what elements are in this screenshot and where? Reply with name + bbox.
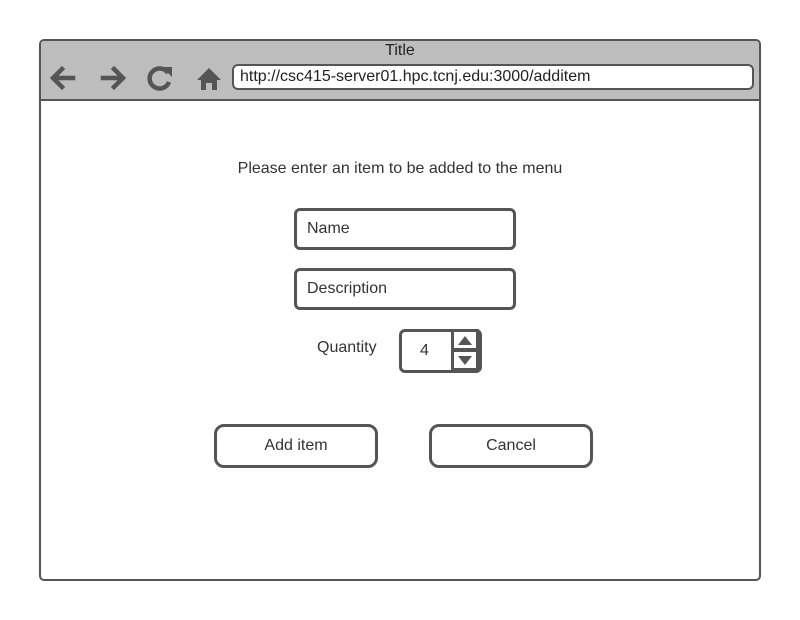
cancel-button[interactable]: Cancel [429, 424, 593, 468]
quantity-label: Quantity [317, 339, 377, 356]
arrow-left-icon [49, 65, 76, 91]
triangle-down-icon [451, 349, 479, 371]
browser-window: Title http://csc415-server01.hpc.tcnj.ed… [39, 39, 761, 581]
triangle-up-icon [451, 329, 479, 351]
decrement-button[interactable] [451, 349, 479, 371]
name-field[interactable]: Name [294, 208, 516, 250]
quantity-stepper[interactable]: 4 [399, 329, 482, 373]
home-icon [197, 68, 221, 90]
add-item-button[interactable]: Add item [214, 424, 378, 468]
description-field[interactable]: Description [294, 268, 516, 310]
forward-button[interactable] [99, 63, 129, 93]
home-button[interactable] [194, 63, 224, 93]
quantity-value[interactable]: 4 [420, 332, 429, 370]
window-title: Title [385, 42, 415, 59]
reload-icon [147, 66, 172, 91]
arrow-right-icon [100, 65, 127, 91]
form-instructions: Please enter an item to be added to the … [237, 160, 563, 177]
browser-toolbar: Title http://csc415-server01.hpc.tcnj.ed… [41, 41, 759, 101]
stepper-arrows [451, 329, 479, 373]
address-bar[interactable]: http://csc415-server01.hpc.tcnj.edu:3000… [232, 64, 754, 90]
increment-button[interactable] [451, 329, 479, 351]
reload-button[interactable] [145, 63, 175, 93]
back-button[interactable] [47, 63, 77, 93]
